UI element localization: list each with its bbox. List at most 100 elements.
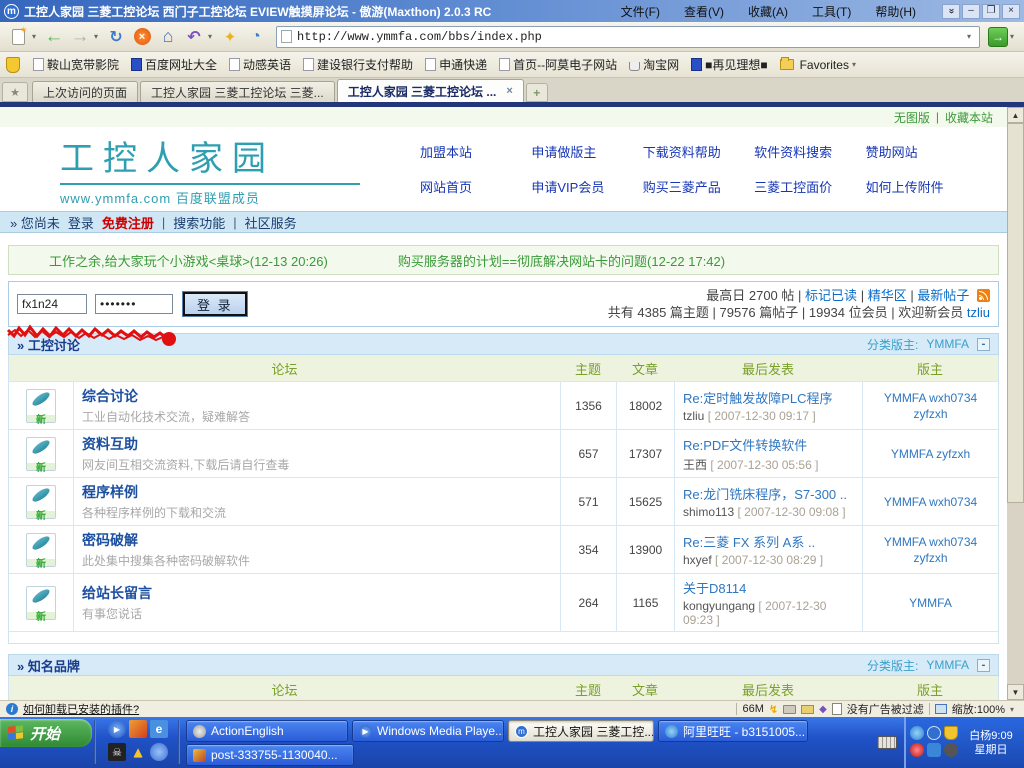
home-button[interactable]: ⌂ bbox=[156, 25, 180, 49]
scroll-up-button[interactable]: ▲ bbox=[1007, 107, 1024, 123]
username-input[interactable] bbox=[17, 294, 87, 314]
bookmark-item[interactable]: ■再见理想■ bbox=[686, 54, 773, 75]
undo-button[interactable]: ↶ bbox=[182, 25, 206, 49]
forum-link[interactable]: 程序样例 bbox=[82, 482, 138, 502]
tab-forum-active[interactable]: 工控人家园 三菱工控论坛 ...× bbox=[337, 79, 524, 102]
tray-volume-icon[interactable] bbox=[944, 743, 958, 757]
no-image-version-link[interactable]: 无图版 bbox=[894, 109, 930, 126]
collapse-toolbar-button[interactable]: » bbox=[942, 4, 960, 19]
last-post-author[interactable]: hxyef bbox=[683, 553, 712, 567]
forum-link[interactable]: 给站长留言 bbox=[82, 583, 152, 603]
favorites-folder[interactable]: Favorites▾ bbox=[775, 56, 865, 74]
scroll-down-button[interactable]: ▼ bbox=[1007, 684, 1024, 700]
skull-app-icon[interactable]: ☠ bbox=[108, 743, 126, 761]
collapse-section-button[interactable]: - bbox=[977, 338, 990, 351]
tray-maxthon-icon[interactable] bbox=[927, 726, 941, 740]
new-tab-button[interactable]: + bbox=[526, 83, 548, 102]
section-title[interactable]: » 知名品牌 bbox=[17, 656, 80, 675]
warning-triangle-icon[interactable]: ▲ bbox=[129, 743, 147, 761]
header-link[interactable]: 申请VIP会员 bbox=[531, 177, 642, 196]
security-shield-icon[interactable] bbox=[6, 57, 20, 73]
bookmark-item[interactable]: 百度网址大全 bbox=[126, 54, 222, 75]
last-post-link[interactable]: Re:定时触发故障PLC程序 bbox=[683, 388, 833, 407]
task-post-file[interactable]: post-333755-1130040... bbox=[186, 744, 354, 766]
collapse-section-button[interactable]: - bbox=[977, 659, 990, 672]
forum-link[interactable]: 资料互助 bbox=[82, 434, 138, 454]
minimize-button[interactable]: – bbox=[962, 4, 980, 19]
refresh-button[interactable]: ↻ bbox=[104, 25, 128, 49]
community-service-link[interactable]: 社区服务 bbox=[245, 213, 297, 232]
announcement-link-1[interactable]: 工作之余,给大家玩个小游戏<桌球>(12-13 20:26) bbox=[49, 251, 328, 270]
statusbar-plugin-link[interactable]: 如何卸载已安装的插件? bbox=[23, 701, 139, 717]
header-link[interactable]: 如何上传附件 bbox=[866, 177, 977, 196]
moderators-links[interactable]: YMMFA zyfzxh bbox=[862, 430, 998, 477]
menu-file[interactable]: 文件(F) bbox=[609, 1, 672, 22]
moderators-links[interactable]: YMMFA wxh0734 bbox=[862, 478, 998, 525]
close-button[interactable]: × bbox=[1002, 4, 1020, 19]
bookmark-item[interactable]: 动感英语 bbox=[224, 54, 296, 75]
go-dropdown[interactable]: ▾ bbox=[1010, 32, 1018, 41]
zoom-dropdown[interactable]: ▾ bbox=[1010, 705, 1018, 714]
section-title[interactable]: » 工控讨论 bbox=[17, 335, 80, 354]
history-dropdown[interactable]: ▾ bbox=[94, 32, 102, 41]
tray-alarm-icon[interactable] bbox=[910, 743, 924, 757]
digest-link[interactable]: 精华区 bbox=[868, 288, 907, 303]
header-link[interactable]: 购买三菱产品 bbox=[643, 177, 754, 196]
password-input[interactable] bbox=[95, 294, 173, 314]
task-aliwangwang[interactable]: 阿里旺旺 - b3151005... bbox=[658, 720, 808, 742]
category-moderator-link[interactable]: YMMFA bbox=[926, 337, 969, 351]
printer-icon[interactable] bbox=[783, 705, 796, 714]
task-media-player[interactable]: ▶Windows Media Playe... bbox=[352, 720, 504, 742]
favorites-star-button[interactable]: ★ bbox=[2, 82, 28, 102]
tray-messenger-icon[interactable] bbox=[927, 743, 941, 757]
announcement-link-2[interactable]: 购买服务器的计划==彻底解决网站卡的问题(12-22 17:42) bbox=[398, 251, 725, 270]
window-zoom-icon[interactable] bbox=[935, 704, 947, 714]
vertical-scrollbar[interactable]: ▲ ▼ bbox=[1007, 107, 1024, 700]
last-post-link[interactable]: 关于D8114 bbox=[683, 578, 746, 597]
moderators-links[interactable]: YMMFA wxh0734 zyfzxh bbox=[862, 526, 998, 573]
header-link[interactable]: 赞助网站 bbox=[866, 142, 977, 161]
language-bar[interactable] bbox=[870, 717, 904, 768]
menu-help[interactable]: 帮助(H) bbox=[863, 1, 928, 22]
last-post-author[interactable]: kongyungang bbox=[683, 599, 755, 613]
forum-link[interactable]: 综合讨论 bbox=[82, 386, 138, 406]
moderators-links[interactable]: YMMFA wxh0734 zyfzxh bbox=[862, 382, 998, 429]
page-status-icon[interactable] bbox=[832, 703, 842, 715]
forward-button[interactable]: → bbox=[68, 25, 92, 49]
last-post-author[interactable]: 王西 bbox=[683, 458, 707, 472]
new-member-link[interactable]: tzliu bbox=[967, 305, 990, 320]
taskbar-clock[interactable]: 白杨9:09 星期日 bbox=[962, 729, 1020, 757]
newest-posts-link[interactable]: 最新帖子 bbox=[917, 288, 969, 303]
last-post-link[interactable]: Re:PDF文件转换软件 bbox=[683, 435, 807, 454]
tray-wangwang-icon[interactable] bbox=[910, 726, 924, 740]
messenger-quicklaunch-icon[interactable] bbox=[150, 743, 168, 761]
forum-link[interactable]: 密码破解 bbox=[82, 530, 138, 550]
media-player-quicklaunch-icon[interactable]: ▶ bbox=[108, 720, 126, 738]
task-actionenglish[interactable]: ActionEnglish bbox=[186, 720, 348, 742]
search-link[interactable]: 搜索功能 bbox=[173, 213, 225, 232]
go-button[interactable]: → bbox=[988, 27, 1008, 47]
bookmark-item[interactable]: 鞍山宽带影院 bbox=[28, 54, 124, 75]
bookmark-item[interactable]: 申通快递 bbox=[420, 54, 492, 75]
tray-security-shield-icon[interactable] bbox=[944, 726, 958, 740]
last-post-link[interactable]: Re:龙门铣床程序，S7-300 .. bbox=[683, 484, 847, 503]
restore-button[interactable]: ❐ bbox=[982, 4, 1000, 19]
category-moderator-link[interactable]: YMMFA bbox=[926, 658, 969, 672]
task-forum-active[interactable]: m工控人家园 三菱工控... bbox=[508, 720, 654, 742]
mark-read-link[interactable]: 标记已读 bbox=[805, 288, 857, 303]
last-post-author[interactable]: tzliu bbox=[683, 409, 704, 423]
tab-last-visited[interactable]: 上次访问的页面 bbox=[32, 81, 138, 102]
rss-icon[interactable] bbox=[977, 289, 990, 302]
url-text[interactable]: http://www.ymmfa.com/bbs/index.php bbox=[297, 30, 967, 44]
moderators-links[interactable]: YMMFA bbox=[862, 574, 998, 631]
browser-quicklaunch-icon[interactable]: e bbox=[150, 720, 168, 738]
menu-favorites[interactable]: 收藏(A) bbox=[736, 1, 800, 22]
folder-icon[interactable] bbox=[801, 705, 814, 714]
zoom-level[interactable]: 缩放:100% bbox=[952, 701, 1005, 717]
login-button[interactable]: 登 录 bbox=[183, 292, 247, 316]
history-clock-icon[interactable]: ◔ bbox=[244, 25, 268, 49]
bookmark-item[interactable]: 淘宝网 bbox=[624, 54, 684, 75]
tab-close-icon[interactable]: × bbox=[506, 85, 512, 97]
start-button[interactable]: 开始 bbox=[0, 719, 92, 747]
header-link[interactable]: 申请做版主 bbox=[531, 142, 642, 161]
